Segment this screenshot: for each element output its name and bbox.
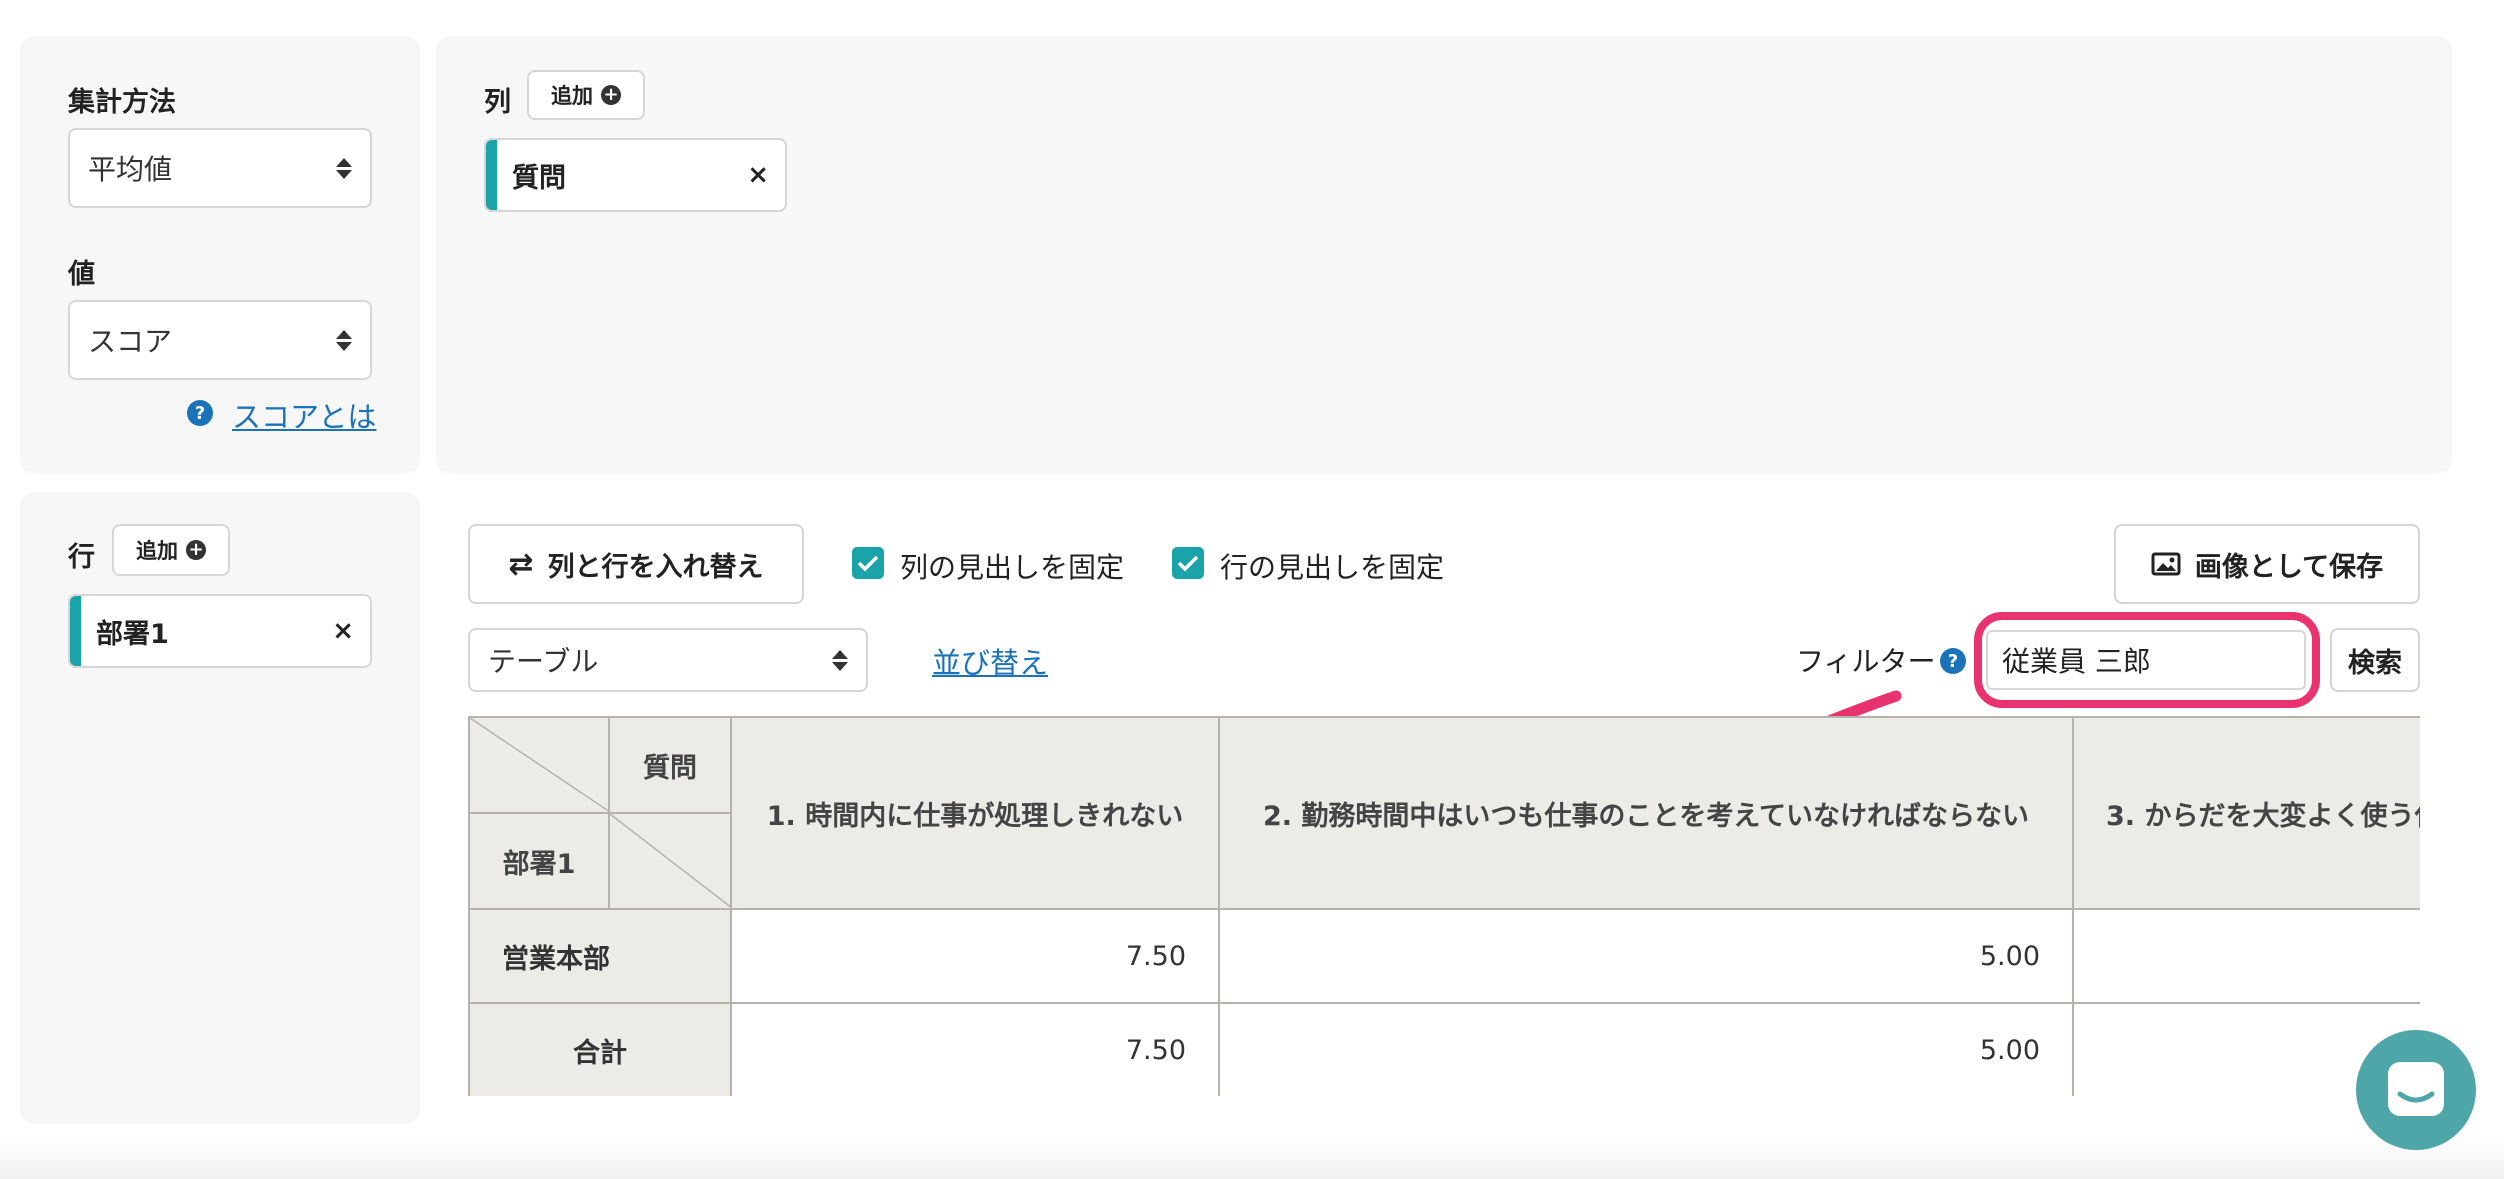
score-help-link[interactable]: スコアとは [232,394,376,436]
table-cell: 7.50 [730,908,1220,1004]
column-chip-question[interactable]: 質問 × [484,138,787,212]
save-image-label: 画像として保存 [2194,551,2384,583]
column-header[interactable]: 1. 時間内に仕事が処理しきれない [730,716,1220,910]
corner-diagonal [470,718,610,812]
plus-icon: + [601,85,621,105]
corner-diagonal [610,814,732,908]
save-as-image-button[interactable]: 画像として保存 [2114,524,2420,604]
swap-rows-columns-button[interactable]: ⇄ 列と行を入れ替え [468,524,804,604]
column-chip-label: 質問 [512,162,566,194]
aggregation-select[interactable]: 平均値 [68,128,372,208]
aggregation-select-value: 平均値 [88,153,173,186]
corner-column-label: 質問 [608,716,732,814]
table-cell: 5.00 [1218,1002,2074,1096]
corner-row-label: 部署1 [468,812,610,910]
row-chip-department[interactable]: 部署1 × [68,594,372,668]
swap-icon: ⇄ [508,546,534,582]
filter-help-icon[interactable]: ? [1940,648,1966,674]
filter-label: フィルター [1796,645,1936,678]
table-cell: 7.50 [730,1002,1220,1096]
sort-link[interactable]: 並び替え [932,640,1048,682]
add-column-label: 追加 [551,84,593,108]
add-column-button[interactable]: 追加 + [527,70,645,120]
add-row-label: 追加 [136,539,178,563]
value-label: 値 [68,259,95,290]
view-select[interactable]: テーブル [468,628,868,692]
remove-icon[interactable]: × [747,160,769,190]
help-icon[interactable]: ? [187,400,213,426]
view-select-value: テーブル [488,645,599,678]
column-header[interactable]: 3. からだを大変よく使う仕事 [2072,716,2420,910]
check-icon [857,555,879,572]
freeze-column-label: 列の見出しを固定 [900,551,1125,584]
value-select-value: スコア [88,325,173,358]
page-bottom-edge [0,1139,2504,1179]
add-row-button[interactable]: 追加 + [112,524,230,576]
pivot-table: 質問 1. 時間内に仕事が処理しきれない 2. 勤務時間中はいつも仕事のことを考… [468,716,2420,1096]
rows-label: 行 [68,542,95,573]
chat-launcher-button[interactable] [2356,1030,2476,1150]
row-header: 営業本部 [468,908,732,1004]
image-icon [2151,552,2181,576]
plus-icon: + [186,540,206,560]
swap-label: 列と行を入れ替え [547,551,764,583]
columns-panel [436,36,2452,474]
rows-panel [20,492,420,1124]
freeze-row-label: 行の見出しを固定 [1220,551,1445,584]
corner-cell [608,812,732,910]
table-cell: 5.00 [1218,908,2074,1004]
table-row: 合計 7.50 5.00 [468,1002,2420,1096]
search-label: 検索 [2348,647,2402,679]
pivot-table-container: 質問 1. 時間内に仕事が処理しきれない 2. 勤務時間中はいつも仕事のことを考… [468,716,2420,1096]
select-arrows-icon [832,649,848,671]
highlight-ring [1974,612,2320,708]
check-icon [1177,555,1199,572]
chat-icon [2388,1062,2444,1116]
corner-cell [468,716,610,814]
table-cell [2072,908,2420,1004]
aggregation-label: 集計方法 [68,87,176,118]
select-arrows-icon [336,157,352,179]
table-row: 営業本部 7.50 5.00 [468,908,2420,1004]
column-header[interactable]: 2. 勤務時間中はいつも仕事のことを考えていなければならない [1218,716,2074,910]
search-button[interactable]: 検索 [2330,628,2420,692]
columns-label: 列 [484,87,511,118]
freeze-column-checkbox[interactable] [852,547,884,579]
select-arrows-icon [336,329,352,351]
row-header: 合計 [468,1002,732,1096]
freeze-row-checkbox[interactable] [1172,547,1204,579]
value-select[interactable]: スコア [68,300,372,380]
row-chip-label: 部署1 [96,618,169,650]
remove-icon[interactable]: × [332,616,354,646]
